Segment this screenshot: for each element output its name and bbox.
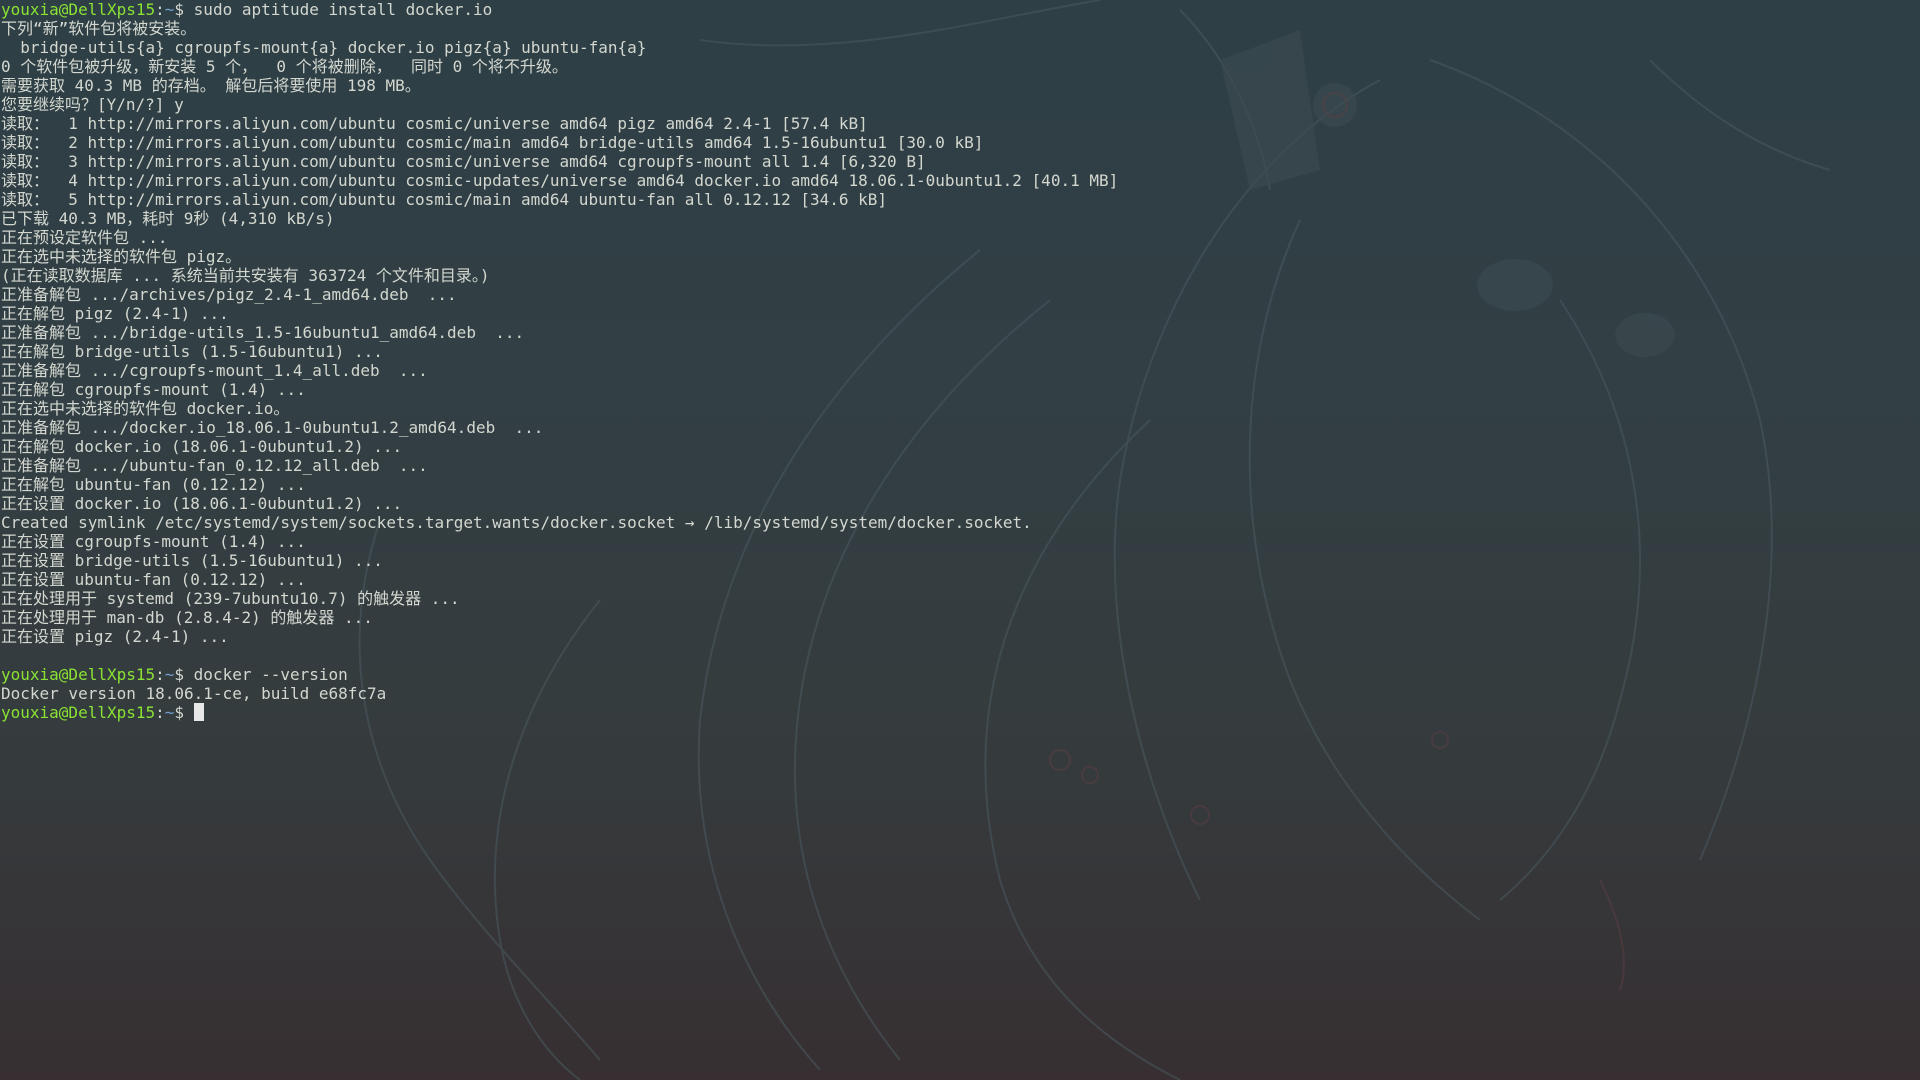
command-text: docker --version [193, 665, 348, 684]
output-line: 正在设置 ubuntu-fan (0.12.12) ... [1, 570, 306, 589]
prompt-user-host: youxia@DellXps15 [1, 665, 156, 684]
terminal-window[interactable]: youxia@DellXps15:~$ sudo aptitude instal… [0, 0, 1920, 1080]
output-line: Created symlink /etc/systemd/system/sock… [1, 513, 1032, 532]
prompt-user-host: youxia@DellXps15 [1, 0, 156, 19]
prompt-symbol: $ [174, 665, 194, 684]
terminal-prompt-line: youxia@DellXps15:~$ docker --version [1, 665, 348, 684]
output-line: 已下载 40.3 MB，耗时 9秒 (4,310 kB/s) [1, 209, 335, 228]
prompt-symbol: $ [174, 0, 194, 19]
output-line: 正在设置 bridge-utils (1.5-16ubuntu1) ... [1, 551, 383, 570]
output-line: 需要获取 40.3 MB 的存档。 解包后将要使用 198 MB。 [1, 76, 421, 95]
output-line: 正准备解包 .../cgroupfs-mount_1.4_all.deb ... [1, 361, 428, 380]
command-text: sudo aptitude install docker.io [193, 0, 493, 19]
output-line: 正在解包 pigz (2.4-1) ... [1, 304, 229, 323]
prompt-user-host: youxia@DellXps15 [1, 703, 156, 722]
output-line: 0 个软件包被升级，新安装 5 个， 0 个将被删除， 同时 0 个将不升级。 [1, 57, 568, 76]
output-line: bridge-utils{a} cgroupfs-mount{a} docker… [1, 38, 647, 57]
prompt-symbol: $ [174, 703, 194, 722]
output-line: 正在处理用于 man-db (2.8.4-2) 的触发器 ... [1, 608, 373, 627]
output-line: 正在选中未选择的软件包 pigz。 [1, 247, 242, 266]
output-line: 正在设置 cgroupfs-mount (1.4) ... [1, 532, 306, 551]
output-line: 读取： 3 http://mirrors.aliyun.com/ubuntu c… [1, 152, 926, 171]
output-line: 读取： 5 http://mirrors.aliyun.com/ubuntu c… [1, 190, 888, 209]
output-line: 下列“新”软件包将被安装。 [1, 19, 197, 38]
prompt-path: ~ [164, 0, 175, 19]
output-line: 正准备解包 .../ubuntu-fan_0.12.12_all.deb ... [1, 456, 428, 475]
output-line: 正在选中未选择的软件包 docker.io。 [1, 399, 290, 418]
output-line: 正准备解包 .../archives/pigz_2.4-1_amd64.deb … [1, 285, 457, 304]
output-line: 正准备解包 .../docker.io_18.06.1-0ubuntu1.2_a… [1, 418, 544, 437]
output-line: 正准备解包 .../bridge-utils_1.5-16ubuntu1_amd… [1, 323, 525, 342]
output-line: 正在预设定软件包 ... [1, 228, 168, 247]
output-line: 读取： 4 http://mirrors.aliyun.com/ubuntu c… [1, 171, 1119, 190]
output-line: 读取： 1 http://mirrors.aliyun.com/ubuntu c… [1, 114, 868, 133]
output-line: 读取： 2 http://mirrors.aliyun.com/ubuntu c… [1, 133, 984, 152]
output-line: 正在解包 bridge-utils (1.5-16ubuntu1) ... [1, 342, 383, 361]
prompt-path: ~ [164, 703, 175, 722]
output-line: 正在处理用于 systemd (239-7ubuntu10.7) 的触发器 ..… [1, 589, 460, 608]
output-line: 正在设置 pigz (2.4-1) ... [1, 627, 229, 646]
output-line: 正在解包 cgroupfs-mount (1.4) ... [1, 380, 306, 399]
output-line: 您要继续吗？[Y/n/?] y [1, 95, 184, 114]
text-cursor[interactable] [193, 703, 204, 721]
prompt-path: ~ [164, 665, 175, 684]
output-line: (正在读取数据库 ... 系统当前共安装有 363724 个文件和目录。) [1, 266, 490, 285]
terminal-prompt-line: youxia@DellXps15:~$ sudo aptitude instal… [1, 0, 493, 19]
terminal-prompt-line[interactable]: youxia@DellXps15:~$ [1, 703, 204, 722]
output-line: Docker version 18.06.1-ce, build e68fc7a [1, 684, 387, 703]
output-line: 正在解包 ubuntu-fan (0.12.12) ... [1, 475, 306, 494]
output-line: 正在设置 docker.io (18.06.1-0ubuntu1.2) ... [1, 494, 403, 513]
output-line: 正在解包 docker.io (18.06.1-0ubuntu1.2) ... [1, 437, 403, 456]
